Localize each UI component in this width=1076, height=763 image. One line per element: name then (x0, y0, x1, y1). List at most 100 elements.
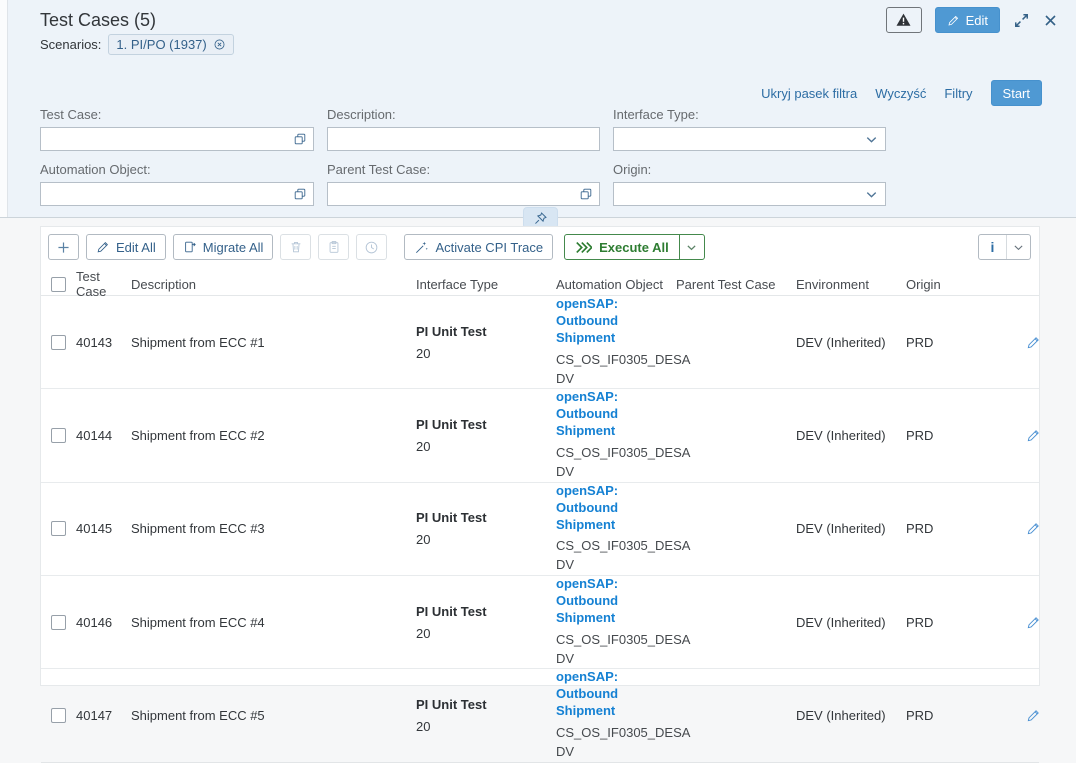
row-checkbox[interactable] (51, 335, 66, 350)
cell-environment: DEV (Inherited) (796, 708, 906, 723)
panel-left-edge (0, 0, 8, 217)
cell-description: Shipment from ECC #4 (131, 615, 416, 630)
test-case-input[interactable] (47, 128, 289, 150)
chevron-down-icon[interactable] (864, 187, 879, 202)
edit-all-button[interactable]: Edit All (86, 234, 166, 260)
paste-icon-button[interactable] (318, 234, 349, 260)
add-button[interactable] (48, 234, 79, 260)
description-input[interactable] (334, 128, 593, 150)
filter-label: Interface Type: (613, 107, 886, 122)
cell-test-case: 40144 (76, 428, 131, 443)
info-button[interactable]: i (979, 235, 1006, 259)
row-checkbox[interactable] (51, 615, 66, 630)
row-edit-pencil-icon[interactable] (1013, 708, 1041, 723)
test-case-input-wrap (40, 127, 314, 151)
scenario-token-label: 1. PI/PO (1937) (116, 37, 206, 52)
value-help-icon[interactable] (293, 132, 307, 146)
scenarios-label: Scenarios: (40, 37, 101, 52)
row-checkbox[interactable] (51, 428, 66, 443)
automation-object-id: CS_OS_IF0305_DESA (556, 631, 676, 650)
filter-field-parent-test-case: Parent Test Case: (327, 162, 600, 206)
parent-test-case-input-wrap (327, 182, 600, 206)
execute-icon (575, 241, 592, 254)
migrate-icon (183, 240, 197, 254)
automation-object-link[interactable]: openSAP: Outbound Shipment (556, 669, 676, 720)
execute-all-button[interactable]: Execute All (565, 235, 679, 259)
cell-interface-type: PI Unit Test 20 (416, 324, 556, 361)
execute-all-menu-chevron[interactable] (679, 235, 704, 259)
row-edit-pencil-icon[interactable] (1013, 615, 1041, 630)
col-description: Description (131, 277, 416, 292)
automation-object-link[interactable]: openSAP: Outbound Shipment (556, 483, 676, 534)
row-edit-pencil-icon[interactable] (1013, 428, 1041, 443)
cell-description: Shipment from ECC #5 (131, 708, 416, 723)
filter-label: Test Case: (40, 107, 314, 122)
filter-actions: Ukryj pasek filtra Wyczyść Filtry Start (761, 80, 1042, 106)
row-checkbox[interactable] (51, 708, 66, 723)
cell-test-case: 40143 (76, 335, 131, 350)
activate-cpi-trace-label: Activate CPI Trace (435, 240, 543, 255)
origin-value[interactable] (620, 183, 860, 205)
automation-object-id-wrap: DV (556, 556, 676, 575)
filter-field-origin: Origin: (613, 162, 886, 206)
interface-type-value[interactable] (620, 128, 860, 150)
cell-environment: DEV (Inherited) (796, 428, 906, 443)
history-button[interactable] (356, 234, 387, 260)
automation-object-link[interactable]: openSAP: Outbound Shipment (556, 296, 676, 347)
info-menu-chevron[interactable] (1006, 235, 1030, 259)
automation-object-id: CS_OS_IF0305_DESA (556, 444, 676, 463)
automation-object-input-wrap (40, 182, 314, 206)
row-edit-pencil-icon[interactable] (1013, 521, 1041, 536)
table-row: 40147 Shipment from ECC #5 PI Unit Test … (41, 669, 1039, 762)
cell-origin: PRD (906, 428, 1013, 443)
cell-test-case: 40147 (76, 708, 131, 723)
edit-button[interactable]: Edit (935, 7, 1000, 33)
value-help-icon[interactable] (579, 187, 593, 201)
automation-object-link[interactable]: openSAP: Outbound Shipment (556, 576, 676, 627)
col-origin: Origin (906, 277, 1013, 292)
row-checkbox[interactable] (51, 521, 66, 536)
parent-test-case-input[interactable] (334, 183, 575, 205)
cell-origin: PRD (906, 335, 1013, 350)
description-input-wrap (327, 127, 600, 151)
fullscreen-icon[interactable] (1013, 12, 1030, 29)
warnings-button[interactable] (886, 7, 922, 33)
value-help-icon[interactable] (293, 187, 307, 201)
activate-cpi-trace-button[interactable]: Activate CPI Trace (404, 234, 553, 260)
filters-link[interactable]: Filtry (944, 86, 972, 101)
automation-object-id-wrap: DV (556, 370, 676, 389)
hide-filter-bar-link[interactable]: Ukryj pasek filtra (761, 86, 857, 101)
interface-type-select[interactable] (613, 127, 886, 151)
dialog-header: Test Cases (5) Edit (40, 7, 1058, 33)
automation-object-id-wrap: DV (556, 743, 676, 762)
filter-label: Origin: (613, 162, 886, 177)
select-all-checkbox[interactable] (51, 277, 66, 292)
automation-object-id: CS_OS_IF0305_DESA (556, 724, 676, 743)
go-button[interactable]: Start (991, 80, 1042, 106)
table-row: 40144 Shipment from ECC #2 PI Unit Test … (41, 389, 1039, 482)
table-toolbar: Edit All Migrate All Ac (41, 227, 1039, 266)
filter-field-interface-type: Interface Type: (613, 107, 886, 151)
cell-origin: PRD (906, 615, 1013, 630)
automation-object-input[interactable] (47, 183, 289, 205)
cell-description: Shipment from ECC #1 (131, 335, 416, 350)
clear-link[interactable]: Wyczyść (875, 86, 926, 101)
automation-object-link[interactable]: openSAP: Outbound Shipment (556, 389, 676, 440)
origin-select[interactable] (613, 182, 886, 206)
remove-token-icon[interactable] (213, 38, 226, 51)
migrate-all-button[interactable]: Migrate All (173, 234, 274, 260)
automation-object-id: CS_OS_IF0305_DESA (556, 351, 676, 370)
filter-field-automation-object: Automation Object: (40, 162, 314, 206)
cell-automation-object: openSAP: Outbound Shipment CS_OS_IF0305_… (556, 669, 676, 761)
delete-button[interactable] (280, 234, 311, 260)
scenario-token[interactable]: 1. PI/PO (1937) (108, 34, 233, 55)
filter-label: Description: (327, 107, 600, 122)
filter-field-test-case: Test Case: (40, 107, 314, 151)
cell-automation-object: openSAP: Outbound Shipment CS_OS_IF0305_… (556, 389, 676, 481)
cell-automation-object: openSAP: Outbound Shipment CS_OS_IF0305_… (556, 296, 676, 388)
cell-automation-object: openSAP: Outbound Shipment CS_OS_IF0305_… (556, 576, 676, 668)
cell-description: Shipment from ECC #2 (131, 428, 416, 443)
chevron-down-icon[interactable] (864, 132, 879, 147)
close-icon[interactable] (1043, 13, 1058, 28)
row-edit-pencil-icon[interactable] (1013, 335, 1041, 350)
